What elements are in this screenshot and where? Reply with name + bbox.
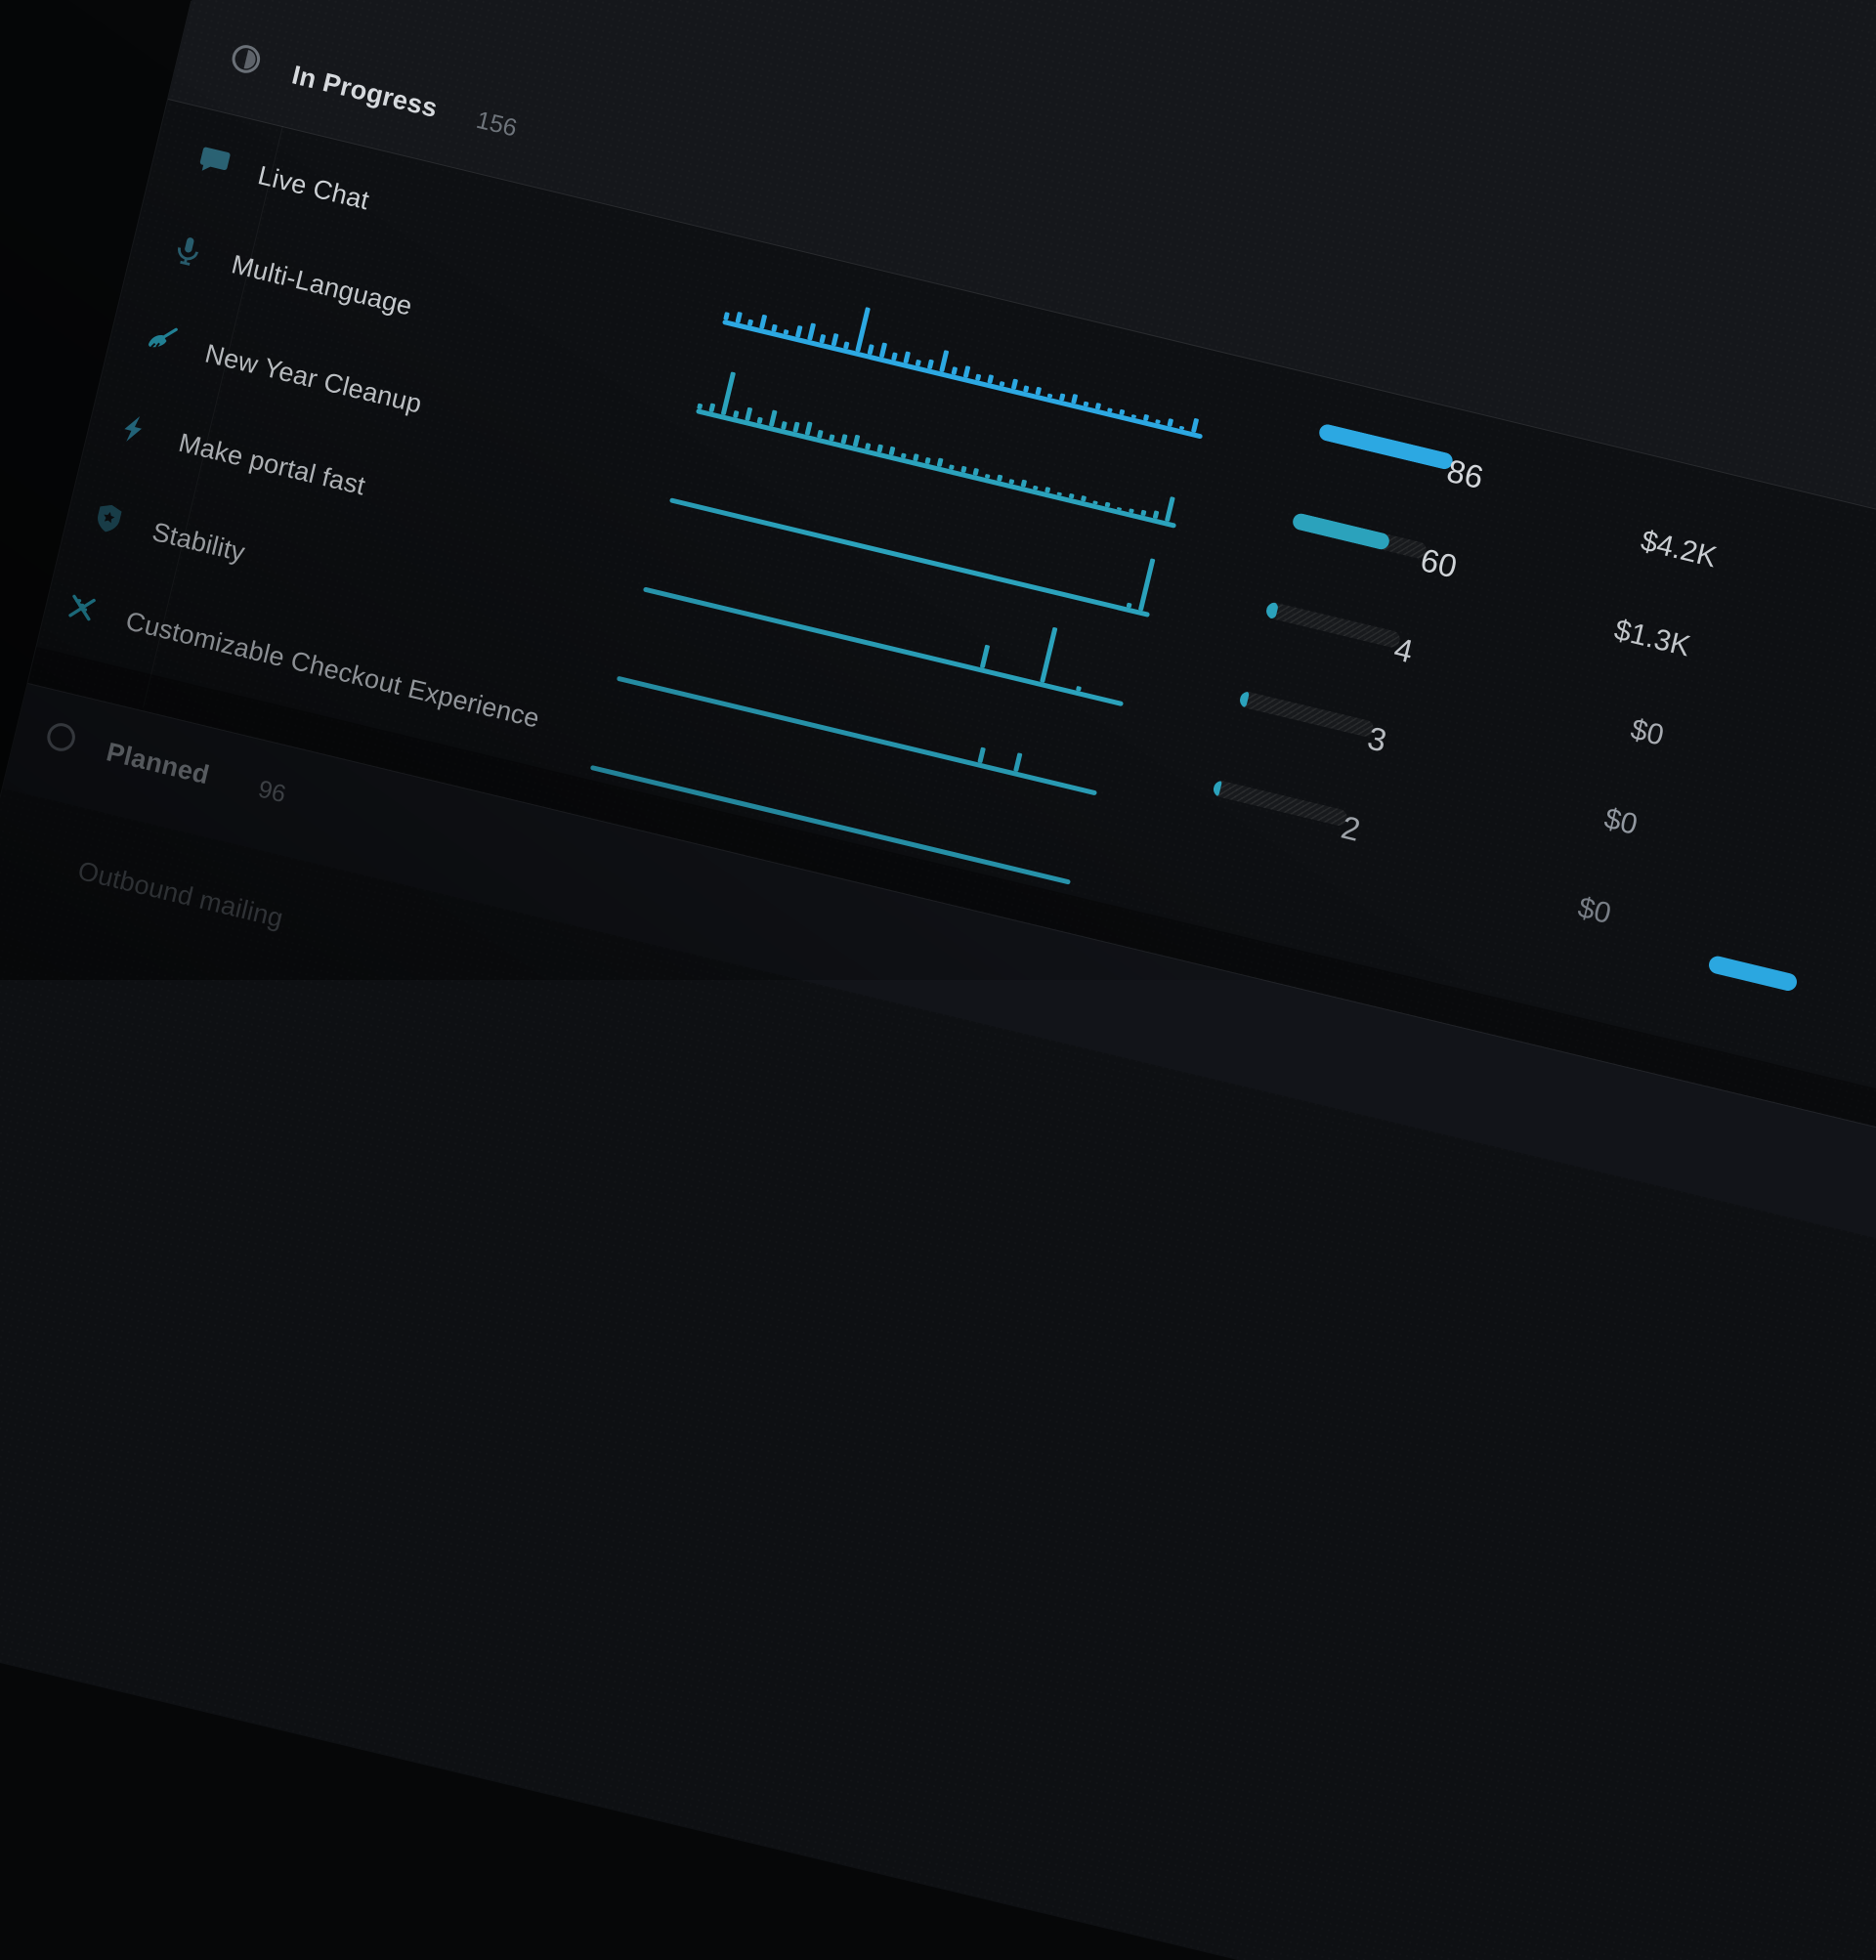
- row-title: Multi-Language: [229, 249, 415, 321]
- score-value: 86: [1443, 452, 1487, 497]
- chat-bubble-icon: [194, 142, 234, 182]
- row-icon-slot: [89, 498, 129, 538]
- row-title: Make portal fast: [176, 428, 368, 502]
- microphone-icon: [168, 231, 208, 271]
- score-bar-track: [1291, 512, 1428, 560]
- lightning-icon: [115, 409, 155, 449]
- score-bar-track: [1264, 601, 1401, 649]
- row-icon-slot: [115, 409, 155, 449]
- row-icon-slot: [142, 320, 182, 361]
- score-bar-fill: [1264, 601, 1279, 619]
- score-bar-fill: [1212, 779, 1222, 796]
- score-bar-fill: [1238, 690, 1250, 707]
- row-title: Outbound mailing: [75, 856, 286, 934]
- row-icon-slot: [194, 142, 234, 182]
- row-icon-slot: [63, 587, 103, 627]
- score-bar-fill: [1291, 512, 1390, 551]
- score-value: 60: [1417, 541, 1461, 586]
- broom-icon: [142, 320, 182, 361]
- design-tools-icon: [63, 587, 103, 627]
- score-bar-track: [1238, 690, 1375, 738]
- shield-icon: [89, 498, 129, 538]
- score-bar-track: [1212, 779, 1348, 827]
- tilted-stage: In Progress 156 Live Chat86$4.2KMulti-La…: [0, 0, 1876, 1960]
- row-title: Stability: [149, 517, 248, 569]
- score-bar-fill: [1317, 423, 1454, 471]
- roadmap-board: In Progress 156 Live Chat86$4.2KMulti-La…: [0, 1, 1876, 1960]
- row-icon-slot: [168, 231, 208, 271]
- section-label: In Progress: [289, 60, 441, 124]
- planned-status-icon: [40, 716, 82, 758]
- score-bar-track: [1317, 423, 1454, 471]
- section-count: 96: [255, 776, 288, 810]
- section-label: Planned: [104, 737, 212, 790]
- row-title: Live Chat: [255, 160, 372, 216]
- half-circle-icon: [225, 38, 267, 80]
- section-count: 156: [473, 107, 519, 144]
- circle-outline-icon: [40, 716, 82, 758]
- in-progress-status-icon: [225, 38, 267, 80]
